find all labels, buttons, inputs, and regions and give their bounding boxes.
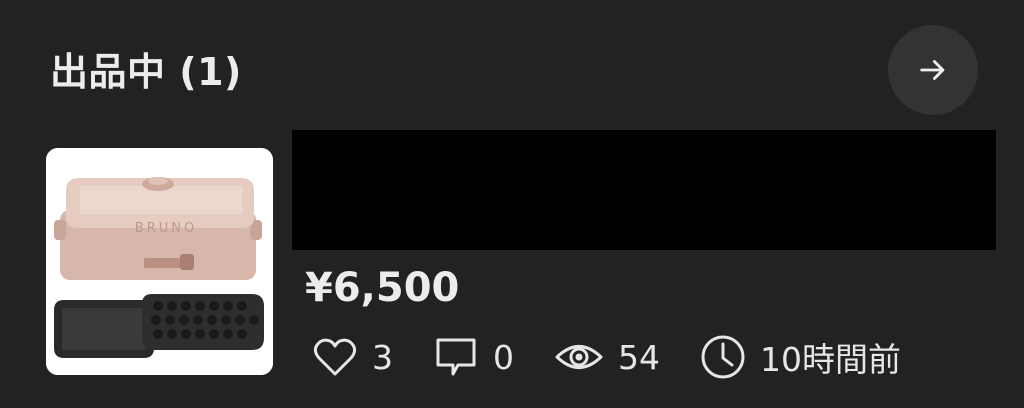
listed-time: 10時間前 [760, 340, 901, 379]
section-title: 出品中 (1) [50, 50, 242, 94]
clock-icon [701, 335, 745, 379]
views-stat: 54 [554, 336, 660, 378]
product-price: ¥6,500 [305, 265, 460, 311]
listing-stats: 3 0 54 10時間前 [312, 332, 901, 382]
eye-icon [555, 345, 603, 369]
heart-icon [313, 338, 357, 376]
views-count: 54 [618, 337, 660, 377]
view-all-button[interactable] [888, 25, 978, 115]
product-image: BRUNO [46, 148, 273, 375]
likes-count: 3 [372, 337, 393, 377]
comments-count: 0 [493, 337, 514, 377]
arrow-right-icon [920, 60, 945, 80]
svg-text:BRUNO: BRUNO [135, 221, 197, 236]
comments-stat: 0 [433, 336, 514, 378]
product-thumbnail[interactable]: BRUNO [46, 148, 273, 375]
redacted-product-title[interactable] [292, 130, 996, 250]
comment-icon [436, 338, 476, 376]
time-stat: 10時間前 [700, 333, 901, 381]
likes-stat: 3 [312, 336, 393, 378]
